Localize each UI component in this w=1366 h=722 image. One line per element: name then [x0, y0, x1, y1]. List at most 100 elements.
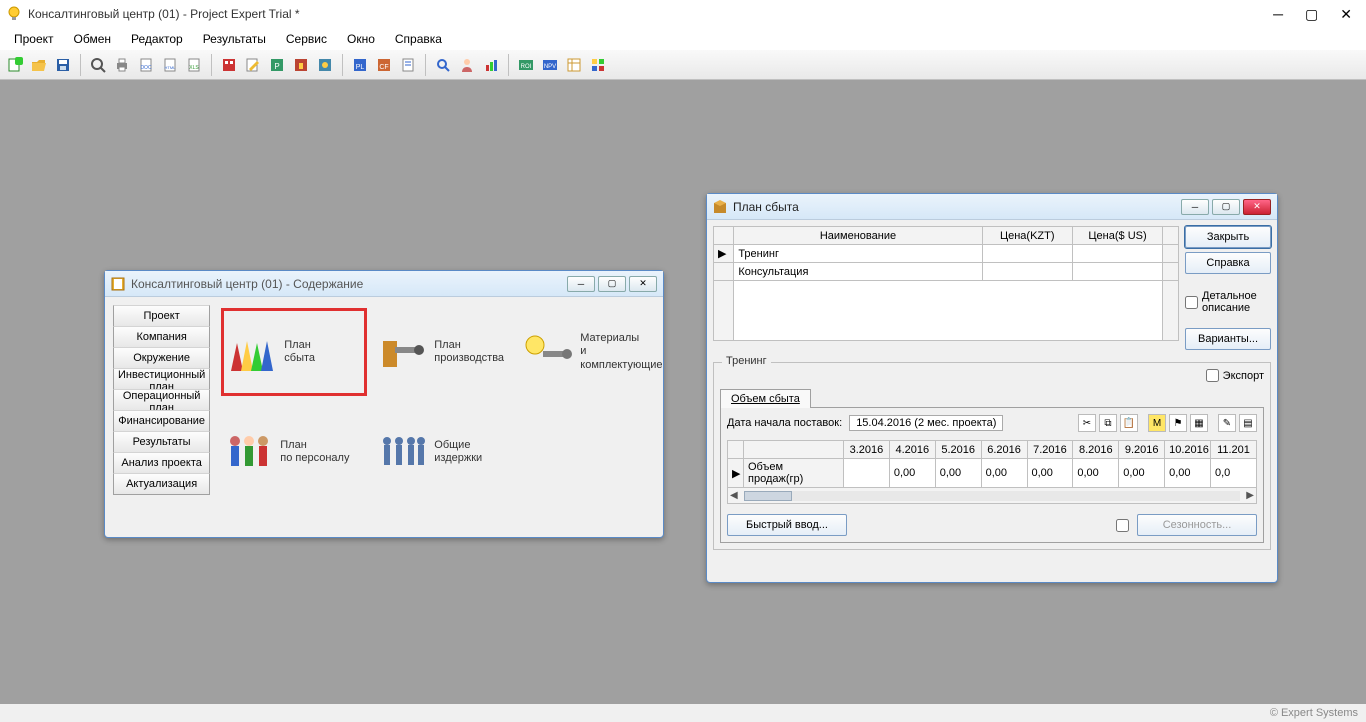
- tb-report[interactable]: [397, 54, 419, 76]
- contents-min[interactable]: ─: [567, 276, 595, 292]
- timeline-table[interactable]: 3.2016 4.2016 5.2016 6.2016 7.2016 8.201…: [727, 440, 1257, 488]
- grid-icon[interactable]: ▤: [1239, 414, 1257, 432]
- detail-desc-checkbox[interactable]: Детальное описание: [1185, 290, 1271, 314]
- toolbar-sep: [425, 54, 426, 76]
- sidebar-environment[interactable]: Окружение: [113, 347, 210, 369]
- sidebar-analysis[interactable]: Анализ проекта: [113, 452, 210, 474]
- menu-editor[interactable]: Редактор: [123, 30, 191, 48]
- tb-user[interactable]: [456, 54, 478, 76]
- tb-npv[interactable]: NPV: [539, 54, 561, 76]
- table-row[interactable]: ▶Тренинг: [714, 245, 1179, 263]
- cut-icon[interactable]: ✂: [1078, 414, 1096, 432]
- toolbar-sep: [342, 54, 343, 76]
- col-scroll: [1163, 227, 1179, 245]
- minimize-button[interactable]: ─: [1273, 6, 1283, 23]
- variants-button[interactable]: Варианты...: [1185, 328, 1271, 350]
- col-price-usd: Цена($ US): [1072, 227, 1162, 245]
- tb-i[interactable]: [290, 54, 312, 76]
- tb-save[interactable]: [52, 54, 74, 76]
- svg-text:HTML: HTML: [165, 65, 177, 70]
- tb-open[interactable]: [28, 54, 50, 76]
- svg-text:NPV: NPV: [544, 64, 556, 70]
- tb-find[interactable]: [432, 54, 454, 76]
- item-general-costs[interactable]: Общиеиздержки: [376, 413, 512, 491]
- contents-max[interactable]: ▢: [598, 276, 626, 292]
- bulb-key-icon: [522, 329, 574, 375]
- tb-m[interactable]: [314, 54, 336, 76]
- h-scrollbar[interactable]: ◀▶: [727, 488, 1257, 504]
- sales-title: План сбыта: [733, 200, 799, 214]
- tb-preview[interactable]: [87, 54, 109, 76]
- table-row[interactable]: ▶ Объем продаж(гр) 0,00 0,00 0,00 0,00 0…: [728, 459, 1257, 488]
- tb-table[interactable]: [563, 54, 585, 76]
- paste-icon[interactable]: 📋: [1120, 414, 1138, 432]
- mdi-workspace: Консалтинговый центр (01) - Содержание ─…: [0, 80, 1366, 704]
- svg-text:DOC: DOC: [140, 65, 152, 71]
- sales-close[interactable]: ✕: [1243, 199, 1271, 215]
- delivery-date[interactable]: 15.04.2016 (2 мес. проекта): [849, 415, 1003, 431]
- m-icon[interactable]: M: [1148, 414, 1166, 432]
- help-button[interactable]: Справка: [1185, 252, 1271, 274]
- seasonality-button: Сезонность...: [1137, 514, 1257, 536]
- tb-new[interactable]: [4, 54, 26, 76]
- close-button[interactable]: ✕: [1340, 6, 1352, 23]
- tb-edit[interactable]: [242, 54, 264, 76]
- tb-cf[interactable]: CF: [373, 54, 395, 76]
- bulb-icon: [6, 6, 22, 22]
- sidebar-financing[interactable]: Финансирование: [113, 410, 210, 432]
- chart-icon[interactable]: ▦: [1190, 414, 1208, 432]
- contents-titlebar[interactable]: Консалтинговый центр (01) - Содержание ─…: [105, 271, 663, 297]
- seasonality-checkbox[interactable]: [1116, 519, 1129, 532]
- fast-input-button[interactable]: Быстрый ввод...: [727, 514, 847, 536]
- tb-grid4[interactable]: [587, 54, 609, 76]
- sidebar-project[interactable]: Проект: [113, 305, 210, 327]
- contents-sidebar: Проект Компания Окружение Инвестиционный…: [113, 305, 210, 495]
- menu-exchange[interactable]: Обмен: [66, 30, 120, 48]
- flag-icon[interactable]: ⚑: [1169, 414, 1187, 432]
- svg-text:ROI: ROI: [521, 64, 532, 70]
- sidebar-company[interactable]: Компания: [113, 326, 210, 348]
- statusbar-text: © Expert Systems: [1270, 707, 1358, 719]
- sales-min[interactable]: ─: [1181, 199, 1209, 215]
- toolbar-sep: [211, 54, 212, 76]
- menu-results[interactable]: Результаты: [195, 30, 274, 48]
- sales-window: План сбыта ─ ▢ ✕ Наименование Цена(KZT) …: [706, 193, 1278, 583]
- tb-print[interactable]: [111, 54, 133, 76]
- maximize-button[interactable]: ▢: [1305, 6, 1318, 23]
- tb-html[interactable]: HTML: [159, 54, 181, 76]
- delivery-row: Дата начала поставок: 15.04.2016 (2 мес.…: [727, 415, 1003, 431]
- products-table[interactable]: Наименование Цена(KZT) Цена($ US) ▶Трени…: [713, 226, 1179, 341]
- item-personnel-plan[interactable]: Планпо персоналу: [222, 413, 366, 491]
- tab-volume[interactable]: Объем сбыта: [720, 389, 811, 408]
- copy-icon[interactable]: ⧉: [1099, 414, 1117, 432]
- item-production-plan[interactable]: Планпроизводства: [376, 309, 512, 395]
- window-controls: ─ ▢ ✕: [1273, 6, 1360, 23]
- table-row[interactable]: Консультация: [714, 263, 1179, 281]
- tb-chart[interactable]: [480, 54, 502, 76]
- export-checkbox[interactable]: Экспорт: [1206, 369, 1264, 382]
- contents-window: Консалтинговый центр (01) - Содержание ─…: [104, 270, 664, 538]
- contents-close[interactable]: ✕: [629, 276, 657, 292]
- sales-titlebar[interactable]: План сбыта ─ ▢ ✕: [707, 194, 1277, 220]
- close-button[interactable]: Закрыть: [1185, 226, 1271, 248]
- tb-pl[interactable]: PL: [349, 54, 371, 76]
- tb-p[interactable]: P: [266, 54, 288, 76]
- sidebar-results[interactable]: Результаты: [113, 431, 210, 453]
- tb-calc[interactable]: [218, 54, 240, 76]
- sidebar-investment-plan[interactable]: Инвестиционный план: [113, 368, 210, 390]
- menu-window[interactable]: Окно: [339, 30, 383, 48]
- sales-max[interactable]: ▢: [1212, 199, 1240, 215]
- tb-roi[interactable]: ROI: [515, 54, 537, 76]
- menu-help[interactable]: Справка: [387, 30, 450, 48]
- tb-doc[interactable]: DOC: [135, 54, 157, 76]
- group-icon: [376, 429, 428, 475]
- sidebar-actualization[interactable]: Актуализация: [113, 473, 210, 495]
- tb-xls[interactable]: XLS: [183, 54, 205, 76]
- item-materials[interactable]: Материалыи комплектующие: [522, 309, 658, 395]
- pencil-icon[interactable]: ✎: [1218, 414, 1236, 432]
- sidebar-operation-plan[interactable]: Операционный план: [113, 389, 210, 411]
- menu-project[interactable]: Проект: [6, 30, 62, 48]
- item-sales-plan[interactable]: Плансбыта: [222, 309, 366, 395]
- menu-service[interactable]: Сервис: [278, 30, 335, 48]
- toolbar-sep: [80, 54, 81, 76]
